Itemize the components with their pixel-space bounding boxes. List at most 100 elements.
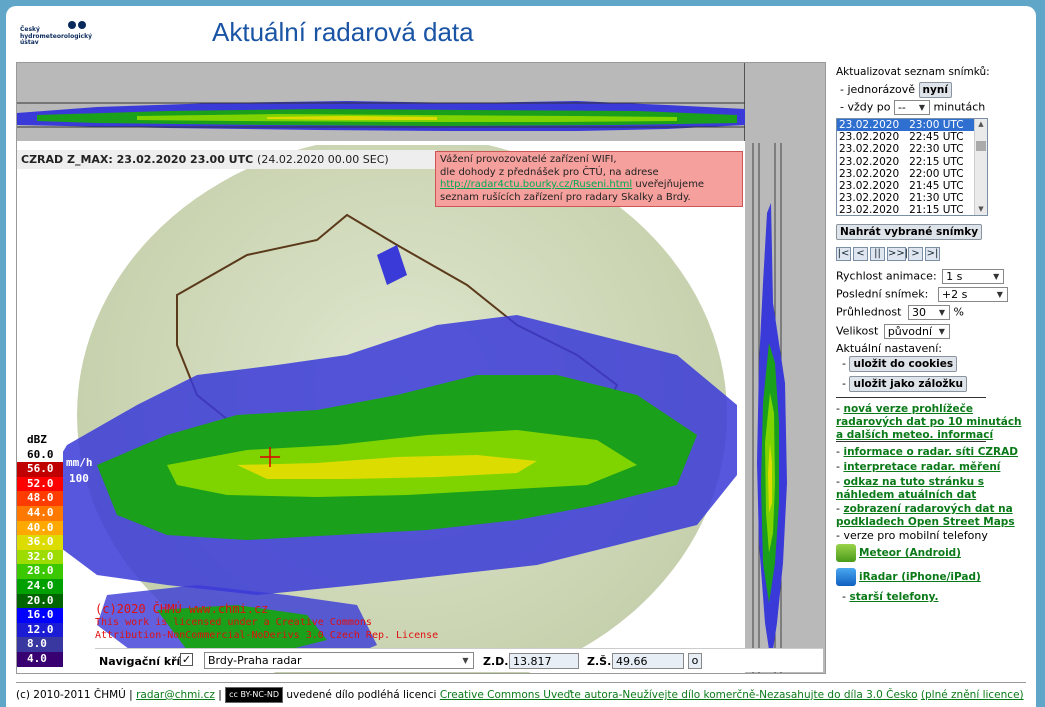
scale-row: dBZ <box>17 433 63 448</box>
size-value: původní <box>887 325 933 338</box>
page: Český hydrometeorologický ústav Aktuální… <box>6 6 1036 707</box>
save-bookmark-button[interactable]: uložit jako záložku <box>849 376 967 392</box>
license-link[interactable]: Creative Commons Uveďte autora-Neužívejt… <box>440 689 918 701</box>
save-cookies-button[interactable]: uložit do cookies <box>849 356 958 372</box>
scale-100: 100 <box>69 472 89 485</box>
interpretation-link[interactable]: interpretace radar. měření <box>843 461 1000 473</box>
cc-license-badge-icon[interactable]: cc BY-NC-ND <box>225 687 283 703</box>
chevron-down-icon: ▼ <box>938 308 946 317</box>
radar-caption-sub: (24.02.2020 00.00 SEC) <box>257 153 389 166</box>
chevron-down-icon: ▼ <box>918 103 926 112</box>
latitude-input[interactable]: 49.66 <box>612 653 684 669</box>
scale-row: 32.0 <box>17 549 63 565</box>
scale-row: 8.0 <box>17 637 63 652</box>
frame-item[interactable]: 23.02.2020 22:45 UTC <box>837 131 987 143</box>
opacity-label: Průhlednost <box>836 305 902 319</box>
radar-site-value: Brdy-Praha radar <box>208 654 302 667</box>
page-title: Aktuální radarová data <box>212 17 474 47</box>
speed-select[interactable]: 1 s ▼ <box>942 269 1005 284</box>
every-label: - vždy po <box>840 100 891 114</box>
page-link-preview[interactable]: odkaz na tuto stránku s náhledem atuální… <box>836 476 984 501</box>
once-label: - jednorázově <box>840 83 916 96</box>
chmu-logo[interactable]: Český hydrometeorologický ústav <box>20 19 110 49</box>
apply-coords-button[interactable]: o <box>688 653 702 669</box>
radar-network-info-link[interactable]: informace o radar. síti CZRAD <box>843 446 1018 458</box>
scale-row: 52.0 <box>17 476 63 492</box>
mobile-label: - verze pro mobilní telefony <box>836 529 988 542</box>
scroll-up-icon[interactable]: ▲ <box>975 119 987 130</box>
top-profile-precip <box>17 101 745 131</box>
wifi-notice: Vážení provozovatelé zařízení WIFI, dle … <box>435 151 743 207</box>
navigation-cross-bar: Navigační kříž: ✓ Brdy-Praha radar ▼ Z.D… <box>95 648 823 672</box>
scroll-down-icon[interactable]: ▼ <box>975 204 987 215</box>
pause-button[interactable]: || <box>870 247 885 261</box>
new-version-link[interactable]: nová verze prohlížeče radarových dat po … <box>836 403 1022 441</box>
nav-cross-checkbox[interactable]: ✓ <box>180 653 193 666</box>
scale-row: 36.0 <box>17 535 63 550</box>
chevron-down-icon: ▼ <box>938 327 945 336</box>
osm-link[interactable]: zobrazení radarových dat na podkladech O… <box>836 503 1015 528</box>
scroll-thumb[interactable] <box>976 141 986 151</box>
frame-item[interactable]: 23.02.2020 22:15 UTC <box>837 156 987 168</box>
footer: (c) 2010-2011 ČHMÚ | radar@chmi.cz | cc … <box>16 682 1026 703</box>
zd-label: Z.D. <box>483 655 509 668</box>
scale-row: 48.0 <box>17 491 63 506</box>
wifi-note-line2: dle dohody z přednášek pro ČTÚ, na adres… <box>440 166 659 178</box>
scale-row: 16.0 <box>17 608 63 623</box>
scale-row: 24.0 <box>17 578 63 594</box>
update-heading: Aktualizovat seznam snímků: <box>836 66 990 78</box>
radar-viewer: CZRAD Z_MAX: 23.02.2020 23.00 UTC (24.02… <box>16 62 826 674</box>
current-settings-label: Aktuální nastavení: <box>836 342 943 355</box>
dbz-scale: dBZ 60.0 56.0 52.0 48.0 44.0 40.0 36.0 32.0 28.0 2… <box>17 433 63 667</box>
every-value: -- <box>897 101 906 114</box>
scale-0-1: 0.1 <box>69 653 89 666</box>
opacity-select[interactable]: 30 ▼ <box>907 305 950 320</box>
load-frames-button[interactable]: Nahrát vybrané snímky <box>836 224 983 240</box>
meteor-android-link[interactable]: Meteor (Android) <box>859 547 961 559</box>
size-label: Velikost <box>836 324 879 338</box>
footer-email-link[interactable]: radar@chmi.cz <box>136 689 215 701</box>
last-frame-value: +2 s <box>941 288 968 301</box>
scale-row: 56.0 <box>17 462 63 477</box>
now-button[interactable]: nyní <box>918 82 952 98</box>
precipitation-overlay <box>37 213 737 670</box>
wifi-note-line1: Vážení provozovatelé zařízení WIFI, <box>440 154 617 165</box>
last-frame-button[interactable]: >| <box>925 247 940 261</box>
frame-item[interactable]: 23.02.2020 21:15 UTC <box>837 204 987 215</box>
side-profile-panel <box>745 63 825 673</box>
panel-divider <box>836 441 986 442</box>
animation-controls: |< < || >>| > >| <box>836 246 942 261</box>
prev-frame-button[interactable]: < <box>853 247 868 261</box>
nav-cross-label: Navigační kříž: <box>99 655 192 668</box>
frames-scrollbar[interactable]: ▲ ▼ <box>974 119 987 215</box>
longitude-input[interactable]: 13.817 <box>509 653 579 669</box>
footer-copy: (c) 2010-2011 ČHMÚ | <box>16 689 137 701</box>
last-frame-select[interactable]: +2 s ▼ <box>937 287 1008 302</box>
frames-list[interactable]: 23.02.2020 23:00 UTC 23.02.2020 22:45 UTC… <box>836 118 988 216</box>
scale-row: 28.0 <box>17 564 63 579</box>
scale-unit: mm/h <box>66 456 93 469</box>
meteor-app-icon <box>836 544 856 562</box>
play-button[interactable]: >>| <box>887 247 908 261</box>
copyright-line3: Attribution-NonCommercial-NoDerivs 3.0 C… <box>95 630 439 641</box>
scale-1: 1 <box>85 593 92 606</box>
scale-row: 44.0 <box>17 505 63 521</box>
next-frame-button[interactable]: > <box>908 247 923 261</box>
frame-item[interactable]: 23.02.2020 21:45 UTC <box>837 180 987 192</box>
first-frame-button[interactable]: |< <box>836 247 851 261</box>
full-license-link[interactable]: (plné znění licence) <box>921 689 1024 701</box>
frame-item[interactable]: 23.02.2020 23:00 UTC <box>837 119 987 132</box>
every-select[interactable]: -- ▼ <box>893 100 930 115</box>
scale-row: 40.0 <box>17 520 63 536</box>
wifi-note-link[interactable]: http://radar4ctu.bourky.cz/Ruseni.html <box>440 179 632 190</box>
frame-item[interactable]: 23.02.2020 22:00 UTC <box>837 168 987 180</box>
frame-item[interactable]: 23.02.2020 22:30 UTC <box>837 143 987 155</box>
older-phones-link[interactable]: starší telefony. <box>849 591 938 603</box>
wifi-note-line3: uveřejňujeme <box>632 179 705 190</box>
iradar-link[interactable]: iRadar (iPhone/iPad) <box>859 571 981 583</box>
radar-site-select[interactable]: Brdy-Praha radar ▼ <box>204 652 474 669</box>
frame-item[interactable]: 23.02.2020 21:30 UTC <box>837 192 987 204</box>
size-select[interactable]: původní ▼ <box>883 324 950 339</box>
speed-value: 1 s <box>946 270 963 283</box>
radar-map[interactable] <box>17 145 745 673</box>
